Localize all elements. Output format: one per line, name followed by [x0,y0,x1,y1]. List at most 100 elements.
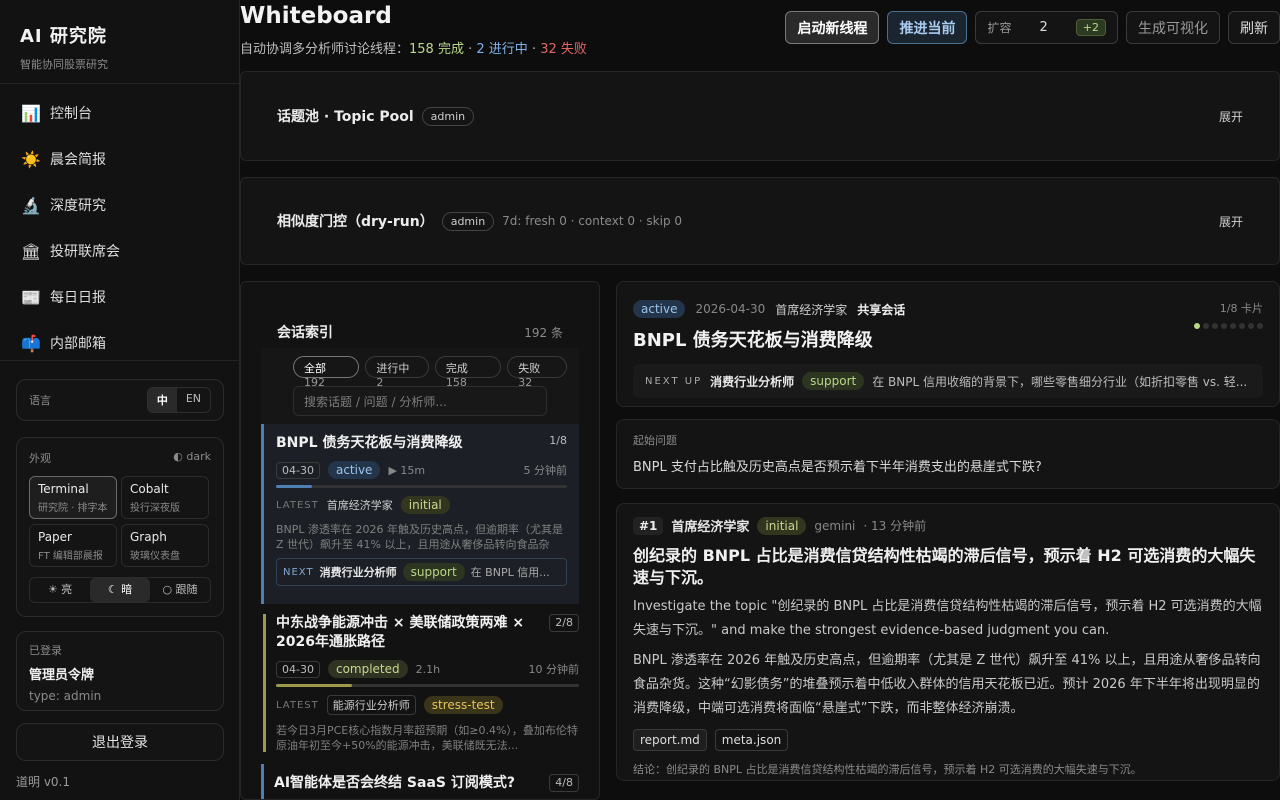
meta-file-link[interactable]: meta.json [714,729,789,751]
refresh-button[interactable]: 刷新 [1228,11,1280,44]
card-counter: 1/8 卡片 [1219,302,1263,315]
detail-title: BNPL 债务天花板与消费降级 [633,330,873,351]
latest-analyst: 能源行业分析师 [326,695,416,715]
mode-dark-option[interactable]: ☾ 暗 [90,578,150,602]
filter-count: 192 [304,376,325,389]
filter-count: 32 [518,376,533,389]
bank-icon: 🏛 [20,241,42,261]
similarity-gate-section: 相似度门控（dry-run） admin 7d: fresh 0 · conte… [240,177,1280,265]
start-thread-button[interactable]: 启动新线程 [785,11,880,44]
session-progress: 2/8 [549,614,579,632]
latest-label: LATEST [276,499,319,511]
lang-zh-option[interactable]: 中 [147,388,177,412]
topic-pool-expand-button[interactable]: 展开 [1219,108,1243,125]
color-mode-toggle: ☀ 亮 ☾ 暗 ○ 跟随 [29,577,211,603]
session-progress-bar [276,684,579,687]
similarity-gate-expand-button[interactable]: 展开 [1219,213,1243,230]
question-label: 起始问题 [633,434,677,447]
message-tag: initial [757,516,807,535]
session-ago: 10 分钟前 [528,663,580,676]
mode-follow-option[interactable]: ○ 跟随 [150,578,210,602]
pager-dot[interactable] [1230,323,1236,329]
sidebar-item-label: 控制台 [50,106,92,122]
filter-all[interactable]: 全部 192 [293,356,360,389]
newspaper-icon: 📰 [21,287,41,307]
status-badge: active [327,461,381,479]
theme-name: Terminal [38,482,89,496]
appearance-label: 外观 [29,452,51,465]
login-name: 管理员令牌 [29,668,95,683]
session-date: 04-30 [276,660,320,678]
session-detail: active 2026-04-30 首席经济学家 共享会话 BNPL 债务天花板… [616,281,1280,781]
sidebar-item-deep-research[interactable]: 🔬 深度研究 [0,182,239,228]
latest-tag: initial [400,496,450,514]
subtitle-prefix: 自动协调多分析师讨论线程： [240,42,410,57]
pager-dot[interactable] [1239,323,1245,329]
topic-pool-title: 话题池 · Topic Pool [277,109,414,125]
session-item[interactable]: 中东战争能源冲击 × 美联储政策两难 × 2026年通胀路径 2/8 04-30… [263,614,579,752]
pager-dot[interactable] [1257,323,1263,329]
version-label: 道明 v0.1 [16,775,71,789]
pager-dot[interactable] [1194,323,1200,329]
session-progress: 4/8 [549,774,579,792]
topic-pool-section: 话题池 · Topic Pool admin 展开 [240,71,1280,161]
session-progress-bar [276,485,567,488]
brand: AI 研究院 智能协同股票研究 [0,0,239,84]
sidebar-item-label: 深度研究 [50,198,106,214]
sun-icon: ☀️ [21,149,41,169]
detail-date: 2026-04-30 [695,302,766,316]
message-author: 首席经济学家 [671,520,750,535]
session-item[interactable]: AI智能体是否会终结 SaaS 订阅模式? 4/8 [261,764,579,799]
sidebar-item-dashboard[interactable]: 📊 控制台 [0,90,239,136]
theme-cobalt[interactable]: Cobalt 投行深夜版 [121,476,209,519]
card-pager-dots[interactable] [1194,323,1263,329]
theme-paper[interactable]: Paper FT 编辑部晨报 [29,524,117,567]
generate-visualization-button[interactable]: 生成可视化 [1126,11,1220,44]
mode-light-option[interactable]: ☀ 亮 [30,578,90,602]
header-actions: 启动新线程 推进当前 扩容 2 +2 生成可视化 刷新 [785,11,1280,44]
session-snippet: BNPL 渗透率在 2026 年触及历史高点，但逾期率（尤其是 Z 世代）飙升至… [276,523,564,551]
scale-value[interactable]: 2 [1040,20,1048,35]
appearance-panel: 外观 ◐ dark Terminal 研究院 · 排字本 Cobalt 投行深夜… [16,437,224,617]
separator: · [527,42,541,57]
pager-dot[interactable] [1248,323,1254,329]
pager-dot[interactable] [1221,323,1227,329]
session-date: 04-30 [276,461,320,479]
appearance-mode: ◐ dark [173,450,211,463]
logout-button[interactable]: 退出登录 [16,723,224,761]
detail-author: 首席经济学家 [775,302,848,317]
sidebar-item-morning-brief[interactable]: ☀️ 晨会简报 [0,136,239,182]
theme-graph[interactable]: Graph 玻璃仪表盘 [121,524,209,567]
next-analyst: 消费行业分析师 [319,566,397,579]
theme-terminal[interactable]: Terminal 研究院 · 排字本 [29,476,117,519]
pager-dot[interactable] [1212,323,1218,329]
message-model: gemini [814,518,856,533]
sidebar-item-label: 晨会简报 [50,152,106,168]
scale-plus-button[interactable]: +2 [1075,19,1106,36]
completed-count: 158 完成 [409,42,464,57]
microscope-icon: 🔬 [21,195,41,215]
session-item[interactable]: BNPL 债务天花板与消费降级 1/8 04-30 active ▶ 15m 5… [261,424,579,604]
theme-name: Paper [38,530,72,544]
latest-tag: stress-test [423,696,503,714]
sidebar-item-joint-meeting[interactable]: 🏛 投研联席会 [0,228,239,274]
filter-label: 进行中 [376,362,410,375]
sidebar-item-label: 内部邮箱 [50,336,106,352]
filter-in-progress[interactable]: 进行中 2 [365,356,429,389]
report-file-link[interactable]: report.md [633,729,707,751]
sidebar-nav: 📊 控制台 ☀️ 晨会简报 🔬 深度研究 🏛 投研联席会 📰 每日日报 📫 内部… [0,84,239,366]
lang-en-option[interactable]: EN [177,388,210,412]
session-title: BNPL 债务天花板与消费降级 [276,435,463,451]
question-text: BNPL 支付占比触及历史高点是否预示着下半年消费支出的悬崖式下跌? [633,460,1042,475]
next-tag: support [802,372,865,390]
filter-failed[interactable]: 失败 32 [507,356,567,389]
pager-dot[interactable] [1203,323,1209,329]
gate-stats: 7d: fresh 0 · context 0 · skip 0 [502,214,683,228]
session-search-input[interactable]: 搜索话题 / 问题 / 分析师... [293,386,547,416]
separator: · [463,42,477,57]
progress-fill [276,684,352,687]
advance-current-button[interactable]: 推进当前 [887,11,968,44]
session-duration: 2.1h [415,662,441,676]
filter-completed[interactable]: 完成 158 [434,356,502,389]
sidebar-item-daily-report[interactable]: 📰 每日日报 [0,274,239,320]
